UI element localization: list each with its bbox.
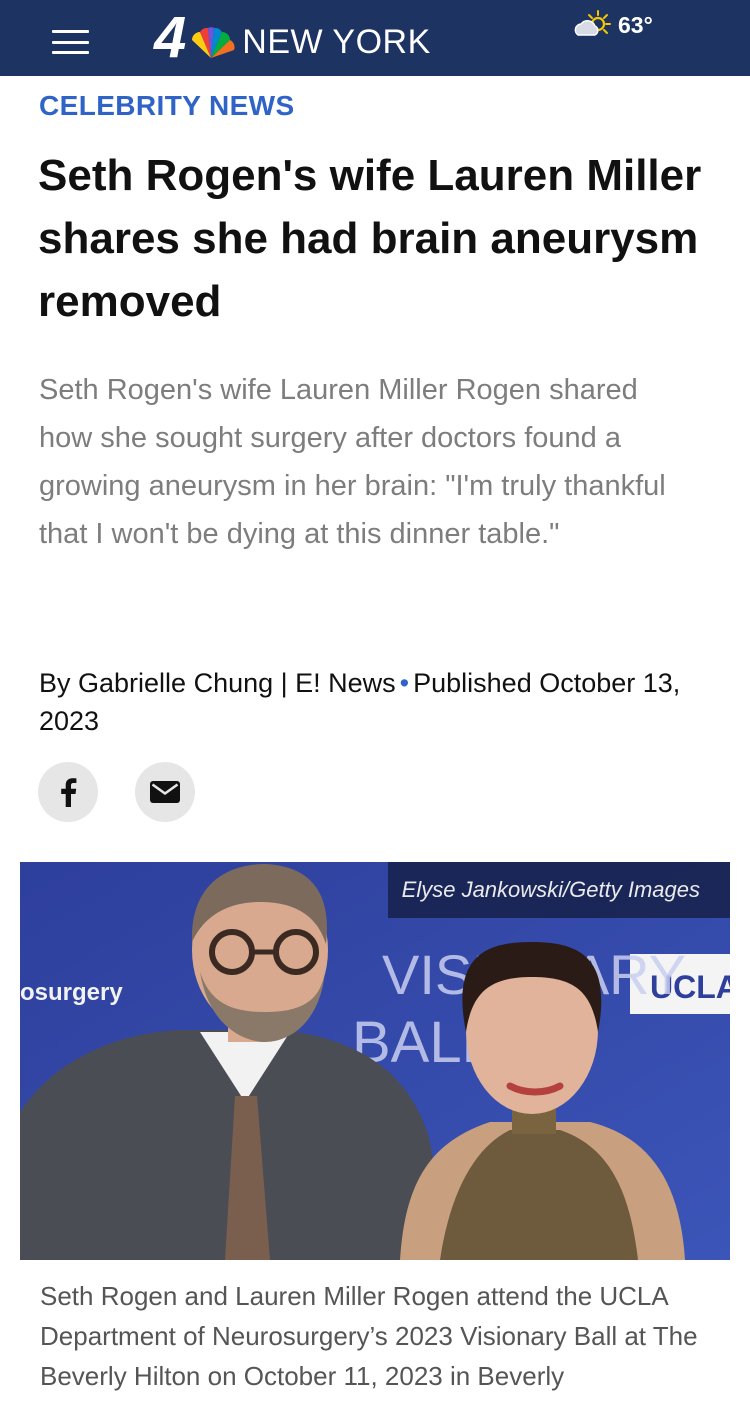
email-icon [150,781,180,803]
logo-number: 4 [154,5,186,70]
byline-author: By Gabrielle Chung | E! News [39,668,396,698]
photo-credit: Elyse Jankowski/Getty Images [387,862,730,918]
menu-icon[interactable] [52,30,89,54]
peacock-icon [192,27,235,58]
email-share-button[interactable] [135,762,195,822]
article-headline: Seth Rogen's wife Lauren Miller shares s… [38,151,702,326]
weather-widget[interactable]: 63° [572,8,653,42]
category-label[interactable]: CELEBRITY NEWS [39,90,295,122]
byline-separator: • [399,668,410,698]
site-header: 4 NEW YORK 63° [0,0,750,76]
byline: By Gabrielle Chung | E! News • Published O… [39,664,729,740]
article-summary: Seth Rogen's wife Lauren Miller Rogen sh… [39,374,666,550]
backdrop-text-left: osurgery [20,979,123,1006]
weather-temperature: 63° [618,11,653,38]
logo-text: NEW YORK [242,23,431,61]
photo-caption: Seth Rogen and Lauren Miller Rogen atten… [40,1281,698,1391]
photo-illustration: osurgery UCLA VISIONARY BALL [20,862,730,1260]
article-photo[interactable]: osurgery UCLA VISIONARY BALL Elyse Janko… [20,862,730,1260]
facebook-share-button[interactable] [38,762,98,822]
partly-sunny-icon [574,10,611,36]
facebook-icon [61,778,77,807]
site-logo[interactable]: 4 NEW YORK [154,5,431,70]
